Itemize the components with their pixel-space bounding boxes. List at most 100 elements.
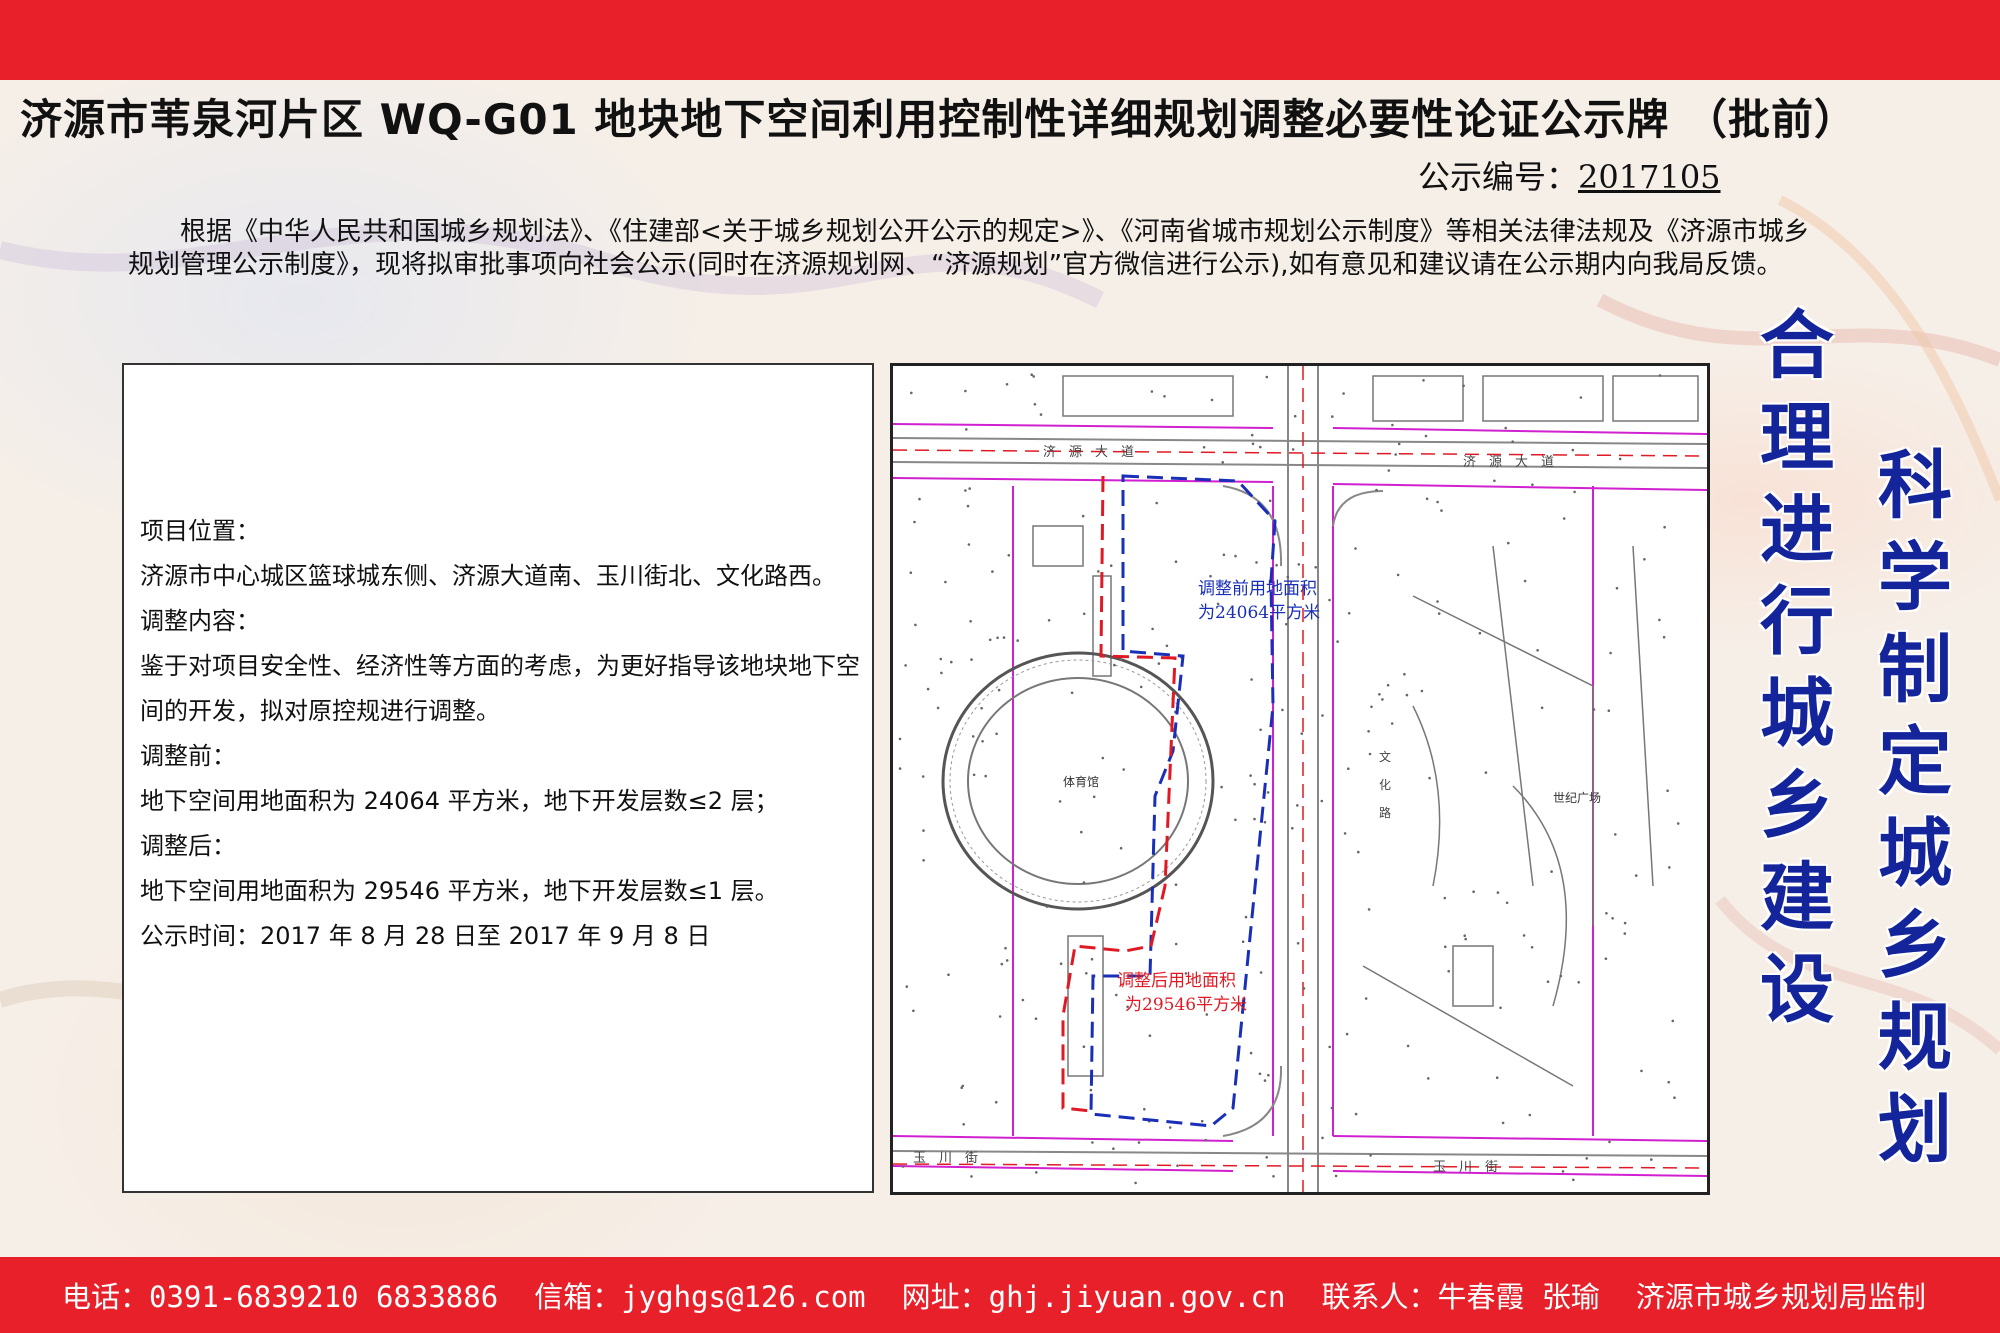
road-name-east: 文化路 [1379,749,1391,820]
survey-point [996,636,999,640]
survey-point [1367,908,1371,911]
content-heading: 调整内容： [140,607,260,635]
survey-point [1112,1147,1115,1150]
survey-point [1425,497,1429,501]
survey-point [1267,1073,1270,1077]
survey-point [1561,1170,1565,1173]
survey-point [1443,896,1447,900]
survey-point [1368,752,1372,756]
survey-point [1163,395,1166,398]
survey-point [1082,1045,1086,1048]
survey-point [1472,890,1475,893]
survey-point [1000,962,1004,966]
survey-point [1440,509,1443,512]
survey-point [1484,771,1488,774]
survey-point [1034,1017,1038,1020]
survey-point [1059,962,1063,965]
survey-point [1321,714,1324,717]
footer-website: 网址：ghj.jiyuan.gov.cn [901,1280,1286,1314]
survey-point [1202,446,1206,449]
survey-point [1369,1154,1372,1157]
survey-point [1511,440,1514,443]
survey-point [1113,663,1116,667]
survey-point [1420,689,1424,693]
survey-point [1234,554,1237,558]
survey-point [901,1165,905,1168]
survey-point [994,1100,998,1104]
survey-point [1221,461,1224,464]
survey-point [1258,1072,1262,1076]
after-text: 地下空间用地面积为 29546 平方米，地下开发层数≤1 层。 [140,877,779,905]
survey-point [921,775,925,778]
location-heading: 项目位置： [140,517,260,545]
survey-point [1640,1069,1643,1073]
survey-point [1291,448,1295,451]
survey-point [1424,434,1428,438]
survey-point [1250,678,1253,681]
survey-point [970,658,973,661]
survey-point [947,973,950,976]
survey-point [980,706,983,710]
survey-point [1080,830,1083,834]
survey-point [1375,488,1378,492]
survey-point [918,497,921,501]
survey-point [1666,789,1669,792]
survey-point [1150,390,1154,393]
survey-point [970,1175,973,1178]
survey-point [1091,1141,1094,1144]
before-area-label-1: 调整前用地面积 [1198,579,1317,599]
survey-point [1611,917,1614,920]
survey-point [926,687,930,691]
intro-paragraph: 根据《中华人民共和国城乡规划法》、《住建部<关于城乡规划公开公示的规定>》、《河… [128,217,1810,280]
survey-point [1085,972,1088,975]
survey-point [1370,705,1373,709]
survey-point [940,671,943,675]
survey-point [1531,483,1534,486]
survey-point [1604,957,1608,960]
survey-point [1422,379,1425,382]
survey-point [1609,651,1612,655]
survey-point [1314,566,1317,569]
survey-point [1658,618,1661,622]
survey-point [950,660,953,664]
survey-point [1614,833,1617,836]
serial-value: 2017105 [1578,158,1721,196]
survey-point [1495,1076,1499,1079]
survey-point [1643,558,1646,561]
survey-point [1255,561,1258,564]
survey-point [1272,1175,1275,1178]
survey-point [1536,649,1539,652]
survey-point [1297,563,1301,566]
road-name-south-left: 玉 川 街 [913,1150,978,1165]
survey-point [1045,905,1049,908]
survey-point [1662,635,1666,639]
survey-point [1300,732,1304,735]
survey-point [1321,1136,1324,1140]
survey-point [1623,932,1627,935]
survey-point [1119,658,1123,661]
survey-point [1585,1157,1588,1160]
survey-point [1437,612,1441,615]
survey-point [1253,782,1256,786]
survey-point [1139,685,1143,689]
survey-point [1345,1032,1349,1036]
content-text: 鉴于对项目安全性、经济性等方面的考虑，为更好指导该地块地下空间的开发，拟对原控规… [140,652,860,725]
survey-point [1039,413,1043,416]
survey-point [984,774,987,778]
survey-point [1386,683,1390,687]
footer-phone: 电话：0391-6839210 6833886 [62,1280,499,1314]
survey-point [1428,776,1431,780]
survey-point [1082,612,1086,616]
survey-point [1222,553,1226,557]
survey-point [968,487,971,490]
road-name-north-right: 济 源 大 道 [1463,454,1554,469]
survey-point [1115,993,1118,997]
survey-point [1259,728,1262,732]
survey-point [1605,912,1608,915]
survey-point [1263,820,1267,824]
survey-point [998,1015,1002,1018]
survey-point [1204,1138,1208,1142]
survey-point [1251,442,1255,446]
survey-point [1573,490,1576,494]
survey-point [972,773,976,777]
